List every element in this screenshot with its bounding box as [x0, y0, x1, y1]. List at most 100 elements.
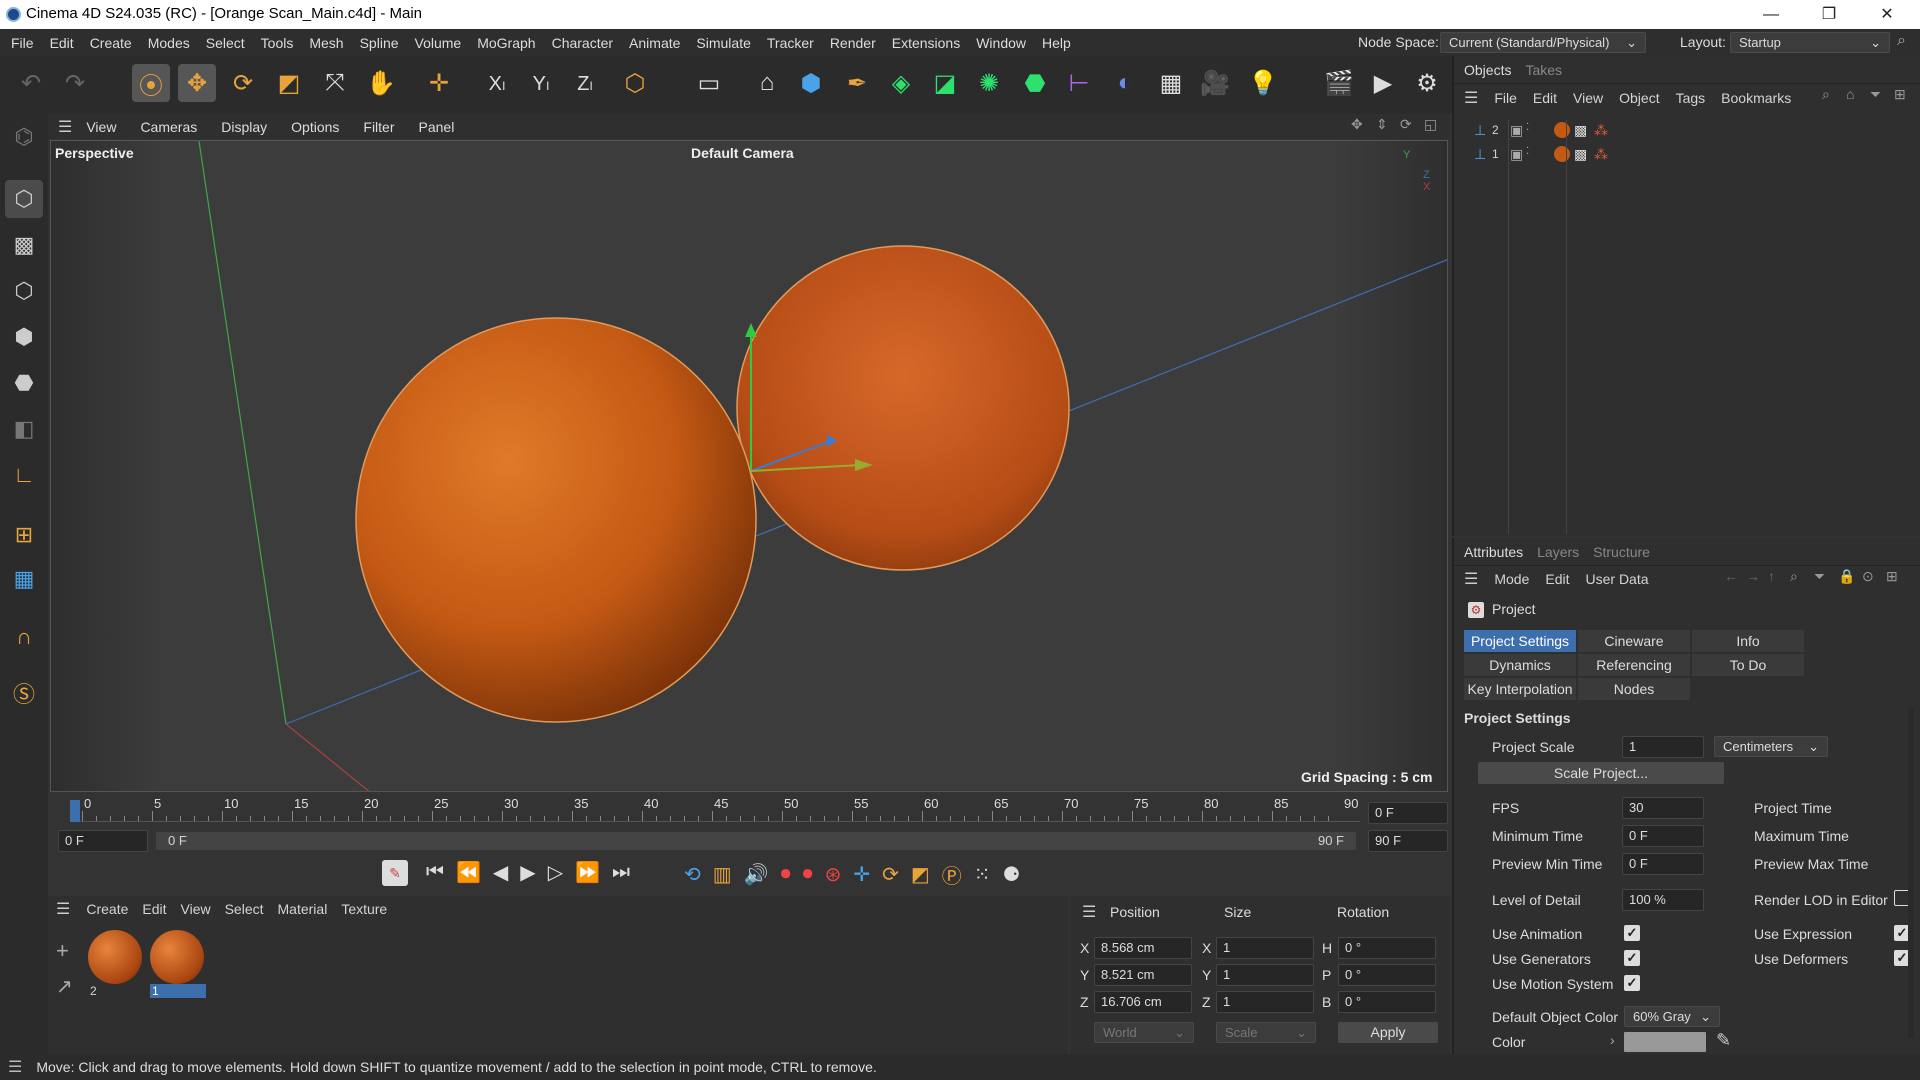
- spline-pen-icon[interactable]: ⌂: [748, 64, 786, 102]
- go-to-end-icon[interactable]: ⏭: [612, 861, 630, 884]
- material-tag-icon[interactable]: [1554, 146, 1570, 162]
- subdivision-icon[interactable]: ◈: [882, 64, 920, 102]
- keyframe-record-icon[interactable]: ✎: [382, 860, 408, 886]
- forward-arrow-icon[interactable]: →: [1746, 568, 1760, 584]
- uv-mode-icon[interactable]: ◧: [5, 410, 43, 448]
- objects-menu-edit[interactable]: Edit: [1533, 90, 1557, 106]
- menu-render[interactable]: Render: [830, 35, 876, 51]
- transform-tool-icon[interactable]: ⤧: [316, 64, 354, 102]
- menu-volume[interactable]: Volume: [415, 35, 462, 51]
- use-animation-checkbox[interactable]: ✓: [1624, 925, 1640, 941]
- redo-icon[interactable]: ↷: [56, 64, 94, 102]
- tab-referencing[interactable]: Referencing: [1578, 654, 1690, 676]
- objects-menu-file[interactable]: File: [1494, 90, 1517, 106]
- hamburger-icon[interactable]: ☰: [8, 1057, 22, 1077]
- next-frame-icon[interactable]: ▷: [548, 860, 563, 885]
- hamburger-icon[interactable]: ☰: [1464, 569, 1478, 589]
- loop-icon[interactable]: ⟲: [684, 862, 701, 887]
- tab-to-do[interactable]: To Do: [1692, 654, 1804, 676]
- project-scale-unit-dropdown[interactable]: Centimeters ⌄: [1714, 736, 1828, 757]
- key-rotation-icon[interactable]: ⟳: [882, 862, 899, 887]
- range-bar[interactable]: 0 F 90 F: [156, 832, 1356, 850]
- menu-extensions[interactable]: Extensions: [892, 35, 960, 51]
- new-panel-icon[interactable]: ⊞: [1886, 568, 1898, 585]
- go-to-start-icon[interactable]: ⏮: [426, 861, 444, 884]
- pos-x-field[interactable]: 8.568 cm: [1094, 937, 1192, 959]
- back-arrow-icon[interactable]: ←: [1724, 568, 1738, 584]
- polygon-tag-icon[interactable]: ⁂: [1594, 146, 1608, 163]
- sound-icon[interactable]: 🔊: [744, 862, 769, 887]
- tab-info[interactable]: Info: [1692, 630, 1804, 652]
- menu-select[interactable]: Select: [206, 35, 245, 51]
- material-swatch-1[interactable]: 1: [150, 930, 206, 1000]
- pen-tool-icon[interactable]: ✒: [838, 64, 876, 102]
- tablet-icon[interactable]: ▭: [690, 64, 728, 102]
- project-scale-field[interactable]: 1: [1622, 736, 1704, 758]
- light-icon[interactable]: 💡: [1244, 64, 1282, 102]
- rotate-tool-icon[interactable]: ⟳: [224, 64, 262, 102]
- preview-min-field[interactable]: 0 F: [1622, 853, 1704, 875]
- orange-back[interactable]: [736, 245, 1070, 571]
- world-coordinates-icon[interactable]: ⬡: [616, 64, 654, 102]
- play-icon[interactable]: ▶: [520, 860, 535, 885]
- hamburger-icon[interactable]: ☰: [1082, 902, 1096, 922]
- objects-menu-bookmarks[interactable]: Bookmarks: [1721, 90, 1791, 106]
- restore-button[interactable]: ❐: [1800, 0, 1858, 29]
- pos-z-field[interactable]: 16.706 cm: [1094, 991, 1192, 1013]
- size-y-field[interactable]: 1: [1216, 964, 1314, 986]
- render-settings-icon[interactable]: ⚙: [1408, 64, 1446, 102]
- rot-h-field[interactable]: 0 °: [1338, 937, 1436, 959]
- apply-button[interactable]: Apply: [1338, 1022, 1438, 1043]
- camera-icon[interactable]: 🎥: [1196, 64, 1234, 102]
- hamburger-icon[interactable]: ☰: [58, 117, 72, 137]
- model-mode-icon[interactable]: ⬡: [5, 180, 43, 218]
- visibility-dots-icon[interactable]: ⁚: [1526, 122, 1529, 133]
- tab-structure[interactable]: Structure: [1593, 544, 1650, 560]
- search-icon[interactable]: ⌕: [1897, 32, 1906, 50]
- visibility-dots-icon[interactable]: ⁚: [1526, 146, 1529, 157]
- floor-icon[interactable]: ▦: [1152, 64, 1190, 102]
- fps-field[interactable]: 30: [1622, 797, 1704, 819]
- points-mode-icon[interactable]: ⬡: [5, 272, 43, 310]
- make-editable-icon[interactable]: ⌬: [5, 118, 43, 156]
- search-icon[interactable]: ⌕: [1790, 568, 1798, 585]
- cube-icon[interactable]: ⬢: [792, 64, 830, 102]
- viewport[interactable]: Perspective Default Camera Grid Spacing …: [50, 140, 1448, 792]
- menu-character[interactable]: Character: [552, 35, 613, 51]
- material-swatch-2[interactable]: 2: [88, 930, 144, 1000]
- filter-icon[interactable]: ⏷: [1870, 86, 1881, 103]
- edges-mode-icon[interactable]: ⬢: [5, 318, 43, 356]
- material-tag-icon[interactable]: [1554, 122, 1570, 138]
- layout-dropdown[interactable]: Startup ⌄: [1730, 32, 1890, 53]
- field-icon[interactable]: ◐: [1106, 64, 1144, 102]
- mat-menu-select[interactable]: Select: [225, 901, 264, 917]
- polygons-mode-icon[interactable]: ⬣: [5, 364, 43, 402]
- key-position-icon[interactable]: ✛: [853, 862, 870, 887]
- menu-file[interactable]: File: [11, 35, 34, 51]
- home-icon[interactable]: ⌂: [1846, 86, 1854, 102]
- tab-key-interpolation[interactable]: Key Interpolation: [1464, 678, 1576, 700]
- filter-icon[interactable]: ⏷: [1814, 568, 1825, 585]
- up-arrow-icon[interactable]: ↑: [1768, 568, 1775, 584]
- autokey-icon[interactable]: ⏺: [803, 863, 813, 886]
- menu-mograph[interactable]: MoGraph: [477, 35, 535, 51]
- lod-field[interactable]: 100 %: [1622, 889, 1704, 911]
- bend-deformer-icon[interactable]: ⊢: [1060, 64, 1098, 102]
- attr-menu-edit[interactable]: Edit: [1545, 571, 1569, 587]
- objects-menu-view[interactable]: View: [1573, 90, 1603, 106]
- add-material-icon[interactable]: +: [56, 938, 69, 964]
- tab-layers[interactable]: Layers: [1537, 544, 1579, 560]
- minimize-button[interactable]: —: [1742, 0, 1800, 29]
- menu-create[interactable]: Create: [90, 35, 132, 51]
- search-icon[interactable]: ⌕: [1822, 86, 1830, 103]
- objects-menu-object[interactable]: Object: [1619, 90, 1659, 106]
- current-frame-field[interactable]: 0 F: [1368, 802, 1448, 824]
- keyframe-selection-icon[interactable]: ⊛: [825, 862, 842, 887]
- mat-menu-texture[interactable]: Texture: [341, 901, 387, 917]
- menu-tracker[interactable]: Tracker: [767, 35, 814, 51]
- checker-tag-icon[interactable]: ▩: [1574, 122, 1587, 139]
- axis-mode-icon[interactable]: ∟: [5, 456, 43, 494]
- coordinate-space-dropdown[interactable]: World ⌄: [1094, 1022, 1194, 1043]
- use-generators-checkbox[interactable]: ✓: [1624, 950, 1640, 966]
- magnet-icon[interactable]: ∩: [5, 618, 43, 656]
